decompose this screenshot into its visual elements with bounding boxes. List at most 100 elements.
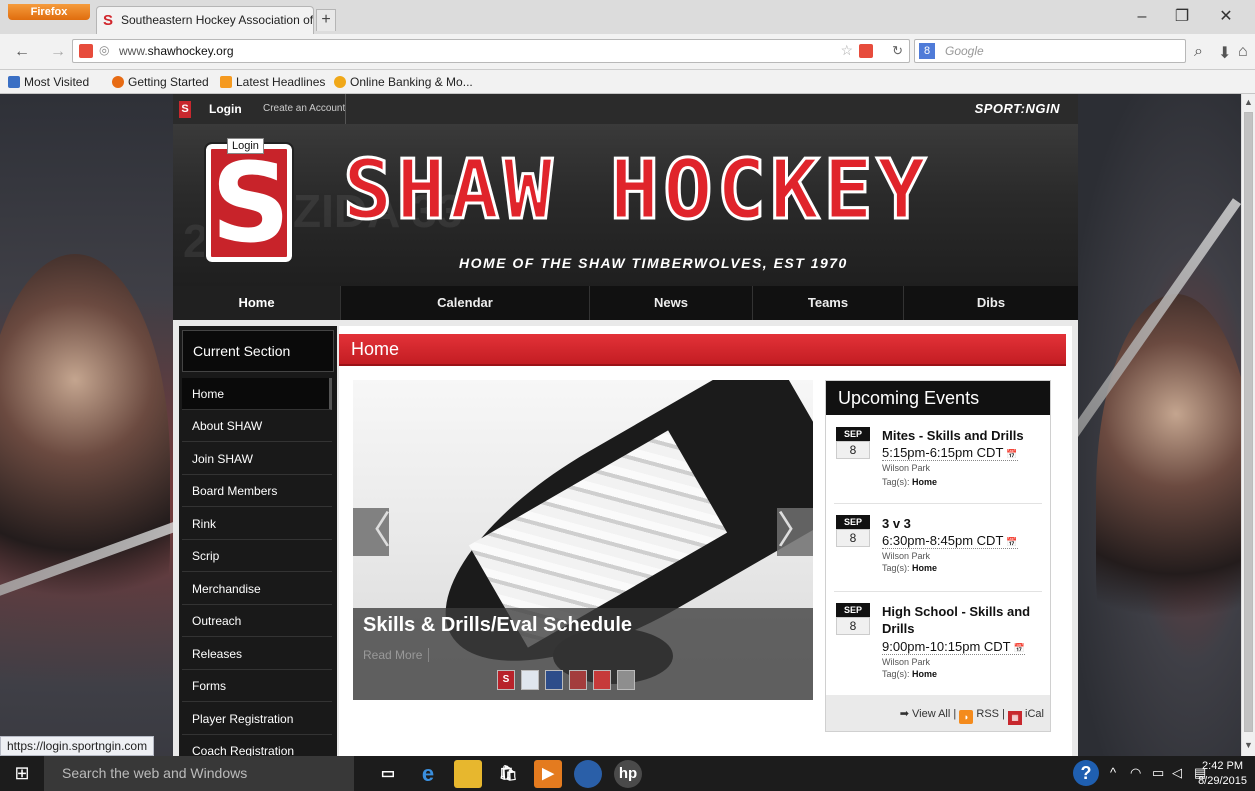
slider-thumb-6[interactable] (617, 670, 635, 690)
event-location: Wilson Park (882, 551, 931, 561)
minimize-button[interactable]: – (1124, 6, 1160, 28)
slider-thumb-4[interactable] (569, 670, 587, 690)
read-more-link[interactable]: Read More (363, 648, 430, 662)
nav-calendar[interactable]: Calendar (341, 286, 590, 320)
sidebar-item-forms[interactable]: Forms (182, 670, 332, 702)
event-title[interactable]: High School - Skills and Drills (882, 603, 1044, 637)
ical-icon[interactable]: ▦ (1007, 711, 1022, 725)
battery-icon[interactable]: ▭ (1152, 765, 1164, 781)
store-icon[interactable]: 🛍 (494, 760, 522, 788)
sidebar-item-scrip[interactable]: Scrip (182, 540, 332, 572)
hp-icon[interactable]: hp (614, 760, 642, 788)
main-content: Home 〈 〉 Skills & Drills/Eval Schedule R… (339, 326, 1072, 756)
nav-news[interactable]: News (590, 286, 753, 320)
event-time[interactable]: 9:00pm-10:15pm CDT 📅 (882, 639, 1025, 655)
slider-caption-title[interactable]: Skills & Drills/Eval Schedule (363, 614, 632, 637)
shaw-favicon-icon: S (103, 12, 114, 29)
globe-icon: ◎ (99, 43, 110, 57)
section-sidebar: Current Section Home About SHAW Join SHA… (179, 326, 337, 756)
site-banner[interactable]: ZIDA 33 28 S SHAW HOCKEY HOME OF THE SHA… (173, 124, 1078, 286)
file-explorer-icon[interactable] (454, 760, 482, 788)
add-calendar-icon[interactable]: 📅 (1006, 537, 1017, 547)
sidebar-item-board-members[interactable]: Board Members (182, 475, 332, 507)
add-calendar-icon[interactable]: 📅 (1014, 643, 1025, 653)
download-icon[interactable]: ⬇ (1218, 43, 1231, 63)
media-app-icon[interactable]: ▶ (534, 760, 562, 788)
event-time[interactable]: 6:30pm-8:45pm CDT 📅 (882, 533, 1018, 549)
reload-icon[interactable]: ↻ (892, 43, 903, 59)
page-scrollbar[interactable]: ▲ ▼ (1241, 94, 1255, 756)
sidebar-item-join-shaw[interactable]: Join SHAW (182, 443, 332, 475)
url-bar[interactable]: ◎ www.shawhockey.org ☆ ↻ (72, 39, 910, 63)
rss-icon[interactable]: ◗ (959, 710, 974, 724)
shaw-logo-icon[interactable]: S (179, 101, 191, 118)
event-title[interactable]: Mites - Skills and Drills (882, 427, 1044, 444)
firefox-taskbar-icon[interactable] (574, 760, 602, 788)
sidebar-item-coach-registration[interactable]: Coach Registration (182, 735, 332, 756)
event-title[interactable]: 3 v 3 (882, 515, 1044, 532)
forward-arrow-icon[interactable]: → (50, 43, 66, 61)
sidebar-item-releases[interactable]: Releases (182, 638, 332, 670)
windows-start-icon[interactable]: ⊞ (0, 756, 44, 791)
system-clock[interactable]: 2:42 PM 8/29/2015 (1198, 759, 1247, 789)
scroll-down-arrow-icon[interactable]: ▼ (1244, 740, 1253, 750)
ical-link[interactable]: iCal (1025, 708, 1044, 720)
close-window-button[interactable]: ✕ (1208, 6, 1244, 28)
bookmark-online-banking[interactable]: Online Banking & Mo... (334, 75, 473, 89)
slider-thumb-3[interactable] (545, 670, 563, 690)
task-view-icon[interactable]: ▭ (374, 760, 402, 788)
nav-teams[interactable]: Teams (753, 286, 904, 320)
bookmark-most-visited[interactable]: Most Visited (8, 75, 89, 89)
home-icon[interactable]: ⌂ (1238, 43, 1248, 61)
rss-feed-icon (220, 76, 232, 88)
content-area: Current Section Home About SHAW Join SHA… (173, 320, 1078, 756)
bookmark-getting-started[interactable]: Getting Started (112, 75, 209, 89)
search-magnifier-icon[interactable]: ⌕ (1194, 43, 1203, 61)
create-account-link[interactable]: Create an Account (255, 103, 345, 114)
browser-tab[interactable]: S Southeastern Hockey Association of Wis… (96, 6, 314, 34)
event-divider (834, 503, 1042, 504)
slider-thumb-5[interactable] (593, 670, 611, 690)
firefox-menu-button[interactable]: Firefox (8, 4, 90, 20)
event-day: 8 (836, 441, 870, 459)
help-icon[interactable]: ? (1073, 760, 1099, 786)
sidebar-item-about-shaw[interactable]: About SHAW (182, 410, 332, 442)
nav-dibs[interactable]: Dibs (904, 286, 1078, 320)
taskbar-search-box[interactable]: Search the web and Windows (44, 756, 354, 791)
view-all-link[interactable]: View All (912, 708, 950, 720)
search-bar[interactable]: 8 Google (914, 39, 1186, 63)
nav-home[interactable]: Home (173, 286, 341, 320)
bookmark-star-icon[interactable]: ☆ (840, 42, 853, 59)
slider-thumb-2[interactable] (521, 670, 539, 690)
login-link[interactable]: Login (209, 102, 242, 116)
section-header: Home (339, 334, 1066, 366)
add-calendar-icon[interactable]: 📅 (1006, 449, 1017, 459)
sidebar-item-outreach[interactable]: Outreach (182, 605, 332, 637)
bookmark-latest-headlines[interactable]: Latest Headlines (220, 75, 325, 89)
tray-chevron-icon[interactable]: ^ (1110, 765, 1116, 780)
new-tab-button[interactable]: + (316, 9, 336, 31)
addon-red-icon[interactable] (859, 44, 873, 58)
event-time[interactable]: 5:15pm-6:15pm CDT 📅 (882, 445, 1018, 461)
slider-next-button[interactable]: 〉 (777, 508, 813, 556)
shaw-s-logo[interactable]: S (204, 142, 294, 264)
rss-link[interactable]: RSS (976, 708, 999, 720)
news-slider[interactable]: 〈 〉 Skills & Drills/Eval Schedule Read M… (353, 380, 813, 700)
sidebar-item-merchandise[interactable]: Merchandise (182, 573, 332, 605)
sportngin-logo[interactable]: SPORT:NGIN (975, 101, 1060, 116)
slider-thumb-1[interactable]: S (497, 670, 515, 690)
slider-prev-button[interactable]: 〈 (353, 508, 391, 556)
addon-icon[interactable] (79, 44, 93, 58)
scrollbar-thumb[interactable] (1244, 112, 1253, 732)
maximize-button[interactable]: ❐ (1164, 6, 1200, 28)
back-arrow-icon[interactable]: ← (14, 43, 30, 61)
sidebar-item-rink[interactable]: Rink (182, 508, 332, 540)
google-engine-icon[interactable]: 8 (919, 43, 935, 59)
right-player-image (1096, 294, 1241, 694)
volume-icon[interactable]: ◁ (1172, 765, 1182, 781)
sidebar-item-home[interactable]: Home (182, 378, 332, 410)
sidebar-item-player-registration[interactable]: Player Registration (182, 703, 332, 735)
wifi-icon[interactable]: ◠ (1130, 765, 1141, 781)
scroll-up-arrow-icon[interactable]: ▲ (1244, 97, 1253, 107)
edge-browser-icon[interactable]: e (414, 760, 442, 788)
